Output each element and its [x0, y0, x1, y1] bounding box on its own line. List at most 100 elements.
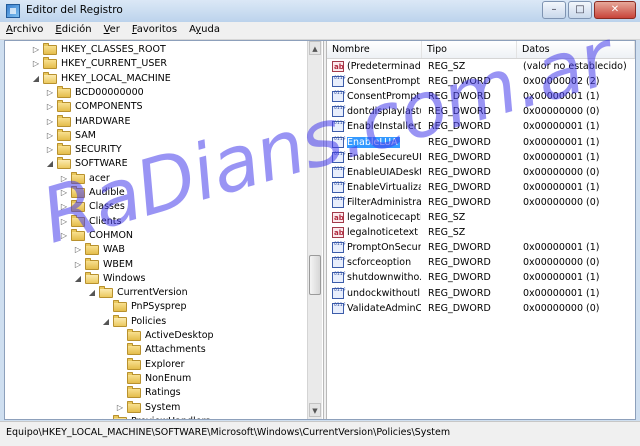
expand-arrow-icon[interactable]: ▷ — [73, 243, 83, 257]
menu-edicion[interactable]: Edición — [49, 22, 97, 39]
expand-arrow-icon[interactable]: ▷ — [73, 258, 83, 272]
folder-icon — [43, 57, 57, 70]
close-button[interactable]: ✕ — [594, 1, 636, 19]
expand-arrow-icon[interactable]: ▷ — [45, 86, 55, 100]
tree-node[interactable]: ◢ Windows — [5, 271, 305, 286]
expand-arrow-icon[interactable]: ▷ — [45, 115, 55, 129]
scroll-thumb[interactable] — [309, 255, 321, 295]
value-row[interactable]: EnableUIADeskt... REG_DWORD 0x00000000 (0) — [327, 165, 635, 180]
expand-arrow-icon[interactable]: ▷ — [45, 129, 55, 143]
tree-node[interactable]: ▷ COMPONENTS — [5, 100, 305, 114]
binary-value-icon — [332, 287, 346, 299]
value-row[interactable]: undockwithoutl... REG_DWORD 0x00000001 (1) — [327, 286, 635, 301]
value-row[interactable]: EnableInstallerD... REG_DWORD 0x00000001 (… — [327, 119, 635, 134]
folder-icon — [43, 43, 57, 55]
collapse-arrow-icon[interactable]: ◢ — [73, 272, 83, 286]
expand-arrow-icon[interactable]: ▷ — [115, 401, 125, 415]
expand-arrow-icon[interactable]: ▷ — [31, 43, 41, 57]
tree-node[interactable]: ▷ acer — [5, 171, 305, 186]
tree-node[interactable]: ▷ PreviewHandlers — [5, 414, 305, 419]
value-row[interactable]: legalnoticetext REG_SZ — [327, 225, 635, 241]
value-row[interactable]: FilterAdministra... REG_DWORD 0x00000000 (… — [327, 195, 635, 210]
tree-node[interactable]: ▷ WBEM — [5, 257, 305, 272]
collapse-arrow-icon[interactable]: ◢ — [87, 286, 97, 300]
value-row[interactable]: EnableSecureUI... REG_DWORD 0x00000001 (1) — [327, 150, 635, 165]
tree-node[interactable]: ▷ WAB — [5, 243, 305, 257]
tree-scrollbar[interactable]: ▲ ▼ — [307, 41, 322, 419]
value-row[interactable]: ConsentPrompt... REG_DWORD 0x00000001 (1) — [327, 89, 635, 104]
collapse-arrow-icon[interactable]: ◢ — [101, 315, 111, 329]
menu-ayuda[interactable]: Ayuda — [183, 22, 226, 39]
regedit-app-icon — [6, 4, 20, 18]
tree-node[interactable]: ▷ Clients — [5, 214, 305, 229]
collapse-arrow-icon[interactable]: ◢ — [31, 72, 41, 86]
expand-arrow-icon[interactable]: ▷ — [45, 143, 55, 157]
value-row[interactable]: ValidateAdminC... REG_DWORD 0x00000000 (0) — [327, 301, 635, 316]
tree-node[interactable]: ◢ CurrentVersion — [5, 286, 305, 300]
menu-ver[interactable]: Ver — [98, 22, 126, 39]
value-row[interactable]: dontdisplaylastu... REG_DWORD 0x00000000 (… — [327, 104, 635, 119]
value-row[interactable]: scforceoption REG_DWORD 0x00000000 (0) — [327, 255, 635, 270]
tree-node-label: Attachments — [145, 344, 206, 356]
folder-icon — [43, 71, 57, 84]
tree-node[interactable]: ▷ System — [5, 400, 305, 415]
client-area: ▷ HKEY_CLASSES_ROOT ▷ HKEY_CURRENT_USER ◢ HKE… — [4, 40, 636, 420]
expand-arrow-icon[interactable]: ▷ — [59, 186, 69, 200]
menu-archivo[interactable]: Archivo — [0, 22, 49, 39]
value-type: REG_DWORD — [428, 272, 491, 284]
binary-value-icon — [332, 166, 346, 178]
tree-node[interactable]: ▷ SECURITY — [5, 143, 305, 157]
expand-arrow-icon[interactable]: ▷ — [59, 229, 69, 243]
tree-node[interactable]: ◢ Policies — [5, 314, 305, 329]
menu-favoritos[interactable]: Favoritos — [126, 22, 183, 39]
value-row[interactable]: ConsentPrompt... REG_DWORD 0x00000002 (2) — [327, 74, 635, 89]
value-row[interactable]: legalnoticecapti... REG_SZ — [327, 210, 635, 226]
tree-node[interactable]: ▷ HKEY_CLASSES_ROOT — [5, 43, 305, 57]
expand-arrow-icon[interactable]: ▷ — [45, 100, 55, 114]
tree-node[interactable]: PnPSysprep — [5, 300, 305, 314]
tree-node[interactable]: ▷ BCD00000000 — [5, 85, 305, 100]
tree-node[interactable]: ▷ SAM — [5, 128, 305, 143]
list-header: Nombre Tipo Datos — [327, 41, 635, 59]
value-row[interactable]: EnableLUA REG_DWORD 0x00000001 (1) — [327, 135, 635, 150]
collapse-arrow-icon[interactable]: ◢ — [45, 157, 55, 171]
title-bar[interactable]: Editor del Registro – □ ✕ — [0, 0, 640, 23]
value-name: legalnoticecapti... — [347, 212, 421, 223]
scroll-down-arrow-icon[interactable]: ▼ — [309, 403, 321, 417]
column-header-type[interactable]: Tipo — [422, 41, 517, 58]
value-row[interactable]: (Predeterminado) REG_SZ (valor no establec… — [327, 59, 635, 75]
expand-arrow-icon[interactable]: ▷ — [31, 57, 41, 71]
tree-node[interactable]: ◢ SOFTWARE — [5, 157, 305, 171]
tree-node[interactable]: Ratings — [5, 386, 305, 400]
tree-node[interactable]: ▷ Audible — [5, 186, 305, 200]
expand-arrow-icon[interactable]: ▷ — [101, 415, 111, 419]
tree-node-label: System — [145, 401, 181, 413]
scroll-up-arrow-icon[interactable]: ▲ — [309, 41, 321, 55]
value-name: EnableInstallerD... — [347, 121, 421, 133]
tree-node[interactable]: ▷ Classes — [5, 200, 305, 214]
tree-node[interactable]: Explorer — [5, 357, 305, 372]
column-header-data[interactable]: Datos — [517, 41, 635, 58]
tree-node[interactable]: ▷ HARDWARE — [5, 114, 305, 129]
value-row[interactable]: EnableVirtualizat... REG_DWORD 0x00000001 … — [327, 180, 635, 195]
value-type: REG_DWORD — [428, 257, 491, 269]
value-row[interactable]: shutdownwitho... REG_DWORD 0x00000001 (1) — [327, 270, 635, 285]
tree-node-label: Ratings — [145, 387, 181, 399]
tree-node[interactable]: ActiveDesktop — [5, 329, 305, 343]
tree-node[interactable]: ◢ HKEY_LOCAL_MACHINE — [5, 71, 305, 86]
column-header-name[interactable]: Nombre — [327, 41, 422, 58]
tree-node[interactable]: ▷ HKEY_CURRENT_USER — [5, 57, 305, 71]
maximize-button[interactable]: □ — [568, 1, 592, 19]
minimize-button[interactable]: – — [542, 1, 566, 19]
tree-node[interactable]: Attachments — [5, 343, 305, 357]
value-name: scforceoption — [347, 257, 412, 269]
expand-arrow-icon[interactable]: ▷ — [59, 215, 69, 229]
value-type: REG_SZ — [428, 227, 466, 239]
value-name: (Predeterminado) — [347, 61, 421, 72]
tree-node-label: WBEM — [103, 258, 134, 270]
tree-node[interactable]: ▷ COHMON — [5, 228, 305, 243]
value-row[interactable]: PromptOnSecur... REG_DWORD 0x00000001 (1) — [327, 240, 635, 255]
expand-arrow-icon[interactable]: ▷ — [59, 200, 69, 214]
expand-arrow-icon[interactable]: ▷ — [59, 172, 69, 186]
tree-node[interactable]: NonEnum — [5, 371, 305, 386]
